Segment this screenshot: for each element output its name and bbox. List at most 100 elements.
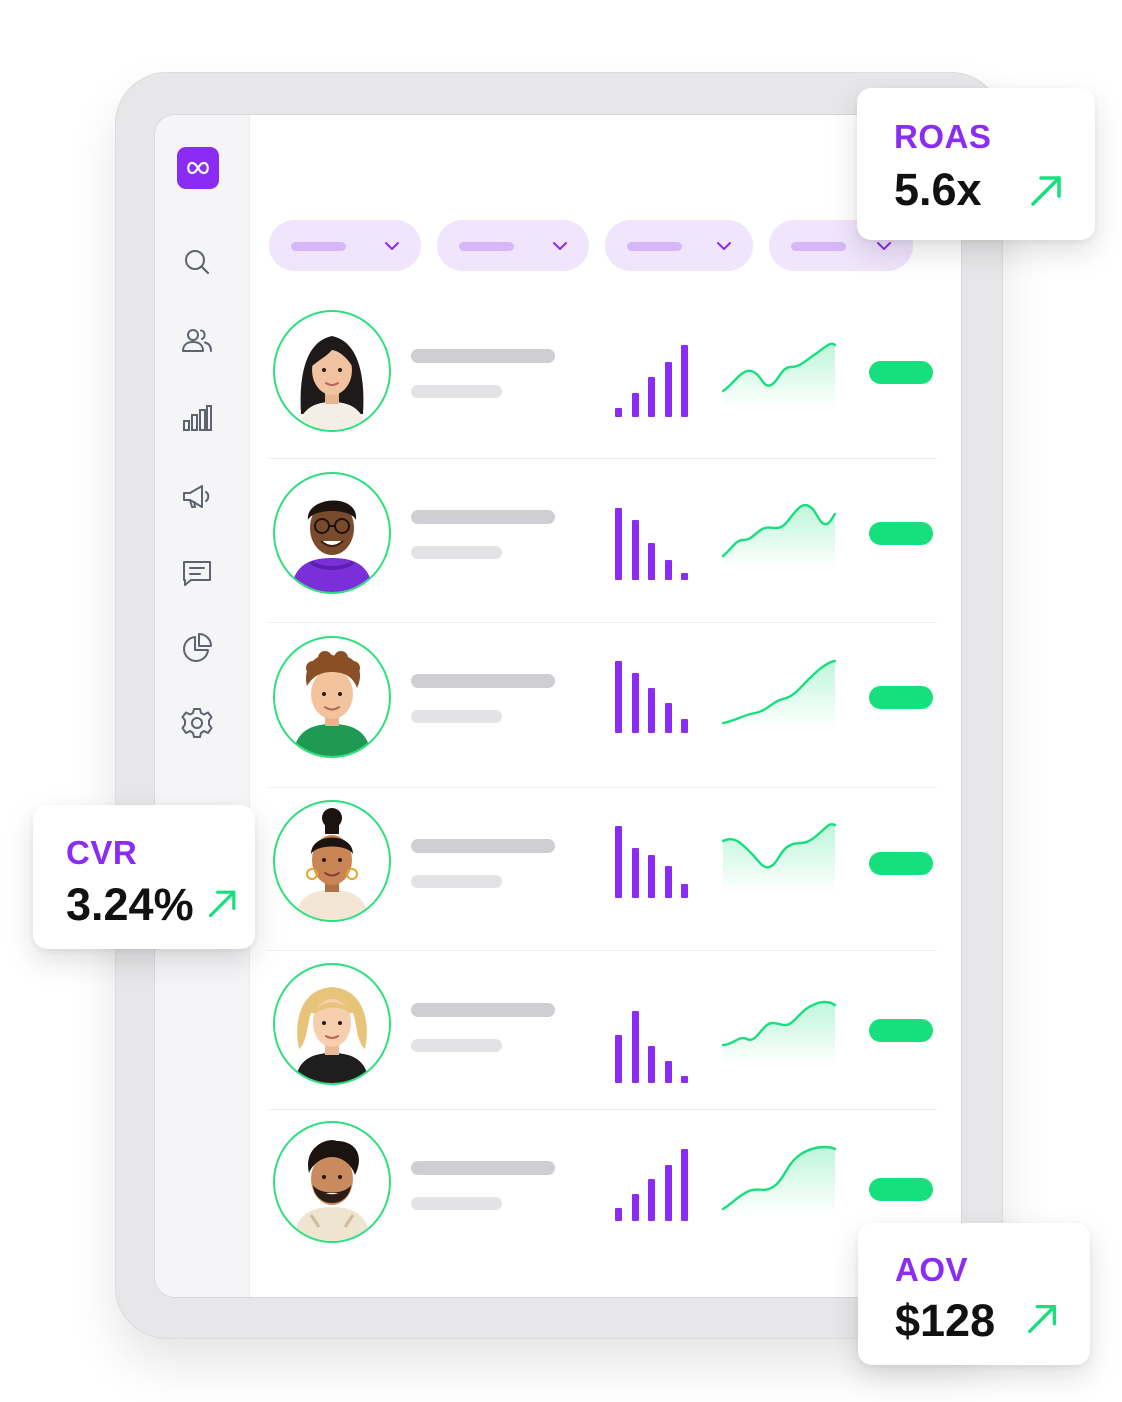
mini-bar [615,408,622,417]
sidebar [155,115,250,1297]
mini-bar [615,661,622,733]
subtitle-placeholder [411,385,502,398]
search-icon [185,250,210,275]
chevron-down-icon [717,242,731,250]
avatar [273,800,391,922]
kpi-card-aov: AOV $128 [858,1223,1090,1365]
bar-mini-chart [615,500,693,580]
bar-mini-chart [615,818,693,898]
nav-messages[interactable] [180,556,214,590]
kpi-value: 3.24% [66,879,194,930]
mini-bar [631,520,639,580]
subtitle-placeholder [411,1039,502,1052]
trend-sparkline [721,823,837,893]
mini-bar [664,703,672,733]
mini-bar [681,719,688,733]
nav-reports[interactable] [180,631,214,665]
mini-bar [681,1149,688,1221]
mini-bar [664,1061,672,1083]
mini-bar [648,1046,655,1083]
divider [269,622,937,623]
avatar [273,963,391,1085]
filter-dropdown-2[interactable] [437,220,589,271]
bar-mini-chart [615,1003,693,1083]
avatar [273,1121,391,1243]
users-icon [182,329,212,352]
kpi-value: $128 [895,1295,996,1346]
mini-bar [664,866,672,898]
message-icon [183,561,211,586]
arrow-up-right-icon [1028,1304,1057,1333]
mini-bar [615,1208,622,1221]
status-pill [869,361,933,384]
name-placeholder [411,674,555,688]
app-logo[interactable] [177,147,219,189]
status-pill [869,522,933,545]
kpi-card-cvr: CVR 3.24% [33,805,255,949]
kpi-label: CVR [66,834,138,871]
filter-placeholder [291,242,346,251]
filter-dropdown-3[interactable] [605,220,753,271]
mini-bar [631,393,639,417]
mini-bar [648,377,655,417]
trend-sparkline [721,342,837,409]
nav-campaigns[interactable] [180,479,214,513]
kpi-card-roas: ROAS 5.6x [857,88,1095,240]
nav-analytics[interactable] [180,401,214,435]
bar-chart-icon [183,405,212,431]
gear-icon [181,708,213,738]
trend-sparkline [721,659,837,729]
table-row[interactable] [269,635,937,788]
mini-bar [681,1076,688,1083]
mini-bar [681,345,688,417]
subtitle-placeholder [411,875,502,888]
mini-bar [631,673,639,733]
mini-bar [615,508,622,580]
divider [269,1109,937,1110]
name-placeholder [411,1003,555,1017]
arrow-up-right-icon [208,890,236,918]
mini-bar [648,688,655,733]
filter-placeholder [459,242,514,251]
avatar [273,310,391,432]
table-row[interactable] [269,963,937,1113]
table-row[interactable] [269,800,937,951]
trend-sparkline [721,1000,837,1065]
mini-bar [631,1011,639,1083]
nav-search[interactable] [180,245,214,279]
kpi-label: AOV [895,1251,969,1288]
kpi-value: 5.6x [894,164,982,215]
pie-chart-icon [183,633,212,662]
divider [269,458,937,459]
mini-bar [664,1165,672,1221]
bar-mini-chart [615,653,693,733]
subtitle-placeholder [411,1197,502,1210]
trend-sparkline [721,503,837,570]
avatar [273,472,391,594]
nav-settings[interactable] [180,706,214,740]
subtitle-placeholder [411,546,502,559]
chevron-down-icon [553,242,567,250]
name-placeholder [411,349,555,363]
bar-mini-chart [615,337,693,417]
infinity-icon [187,161,209,175]
table-row[interactable] [269,1121,937,1271]
divider [269,950,937,951]
mini-bar [648,855,655,898]
status-pill [869,1019,933,1042]
table-row[interactable] [269,305,937,459]
status-pill [869,686,933,709]
mini-bar [631,848,639,898]
megaphone-icon [183,485,210,508]
table-row[interactable] [269,470,937,623]
app-screen [155,115,961,1297]
filter-dropdown-1[interactable] [269,220,421,271]
kpi-label: ROAS [894,118,992,155]
name-placeholder [411,839,555,853]
status-pill [869,852,933,875]
chevron-down-icon [385,242,399,250]
mini-bar [631,1194,639,1221]
nav-audience[interactable] [180,324,214,358]
mini-bar [648,1179,655,1221]
divider [269,787,937,788]
